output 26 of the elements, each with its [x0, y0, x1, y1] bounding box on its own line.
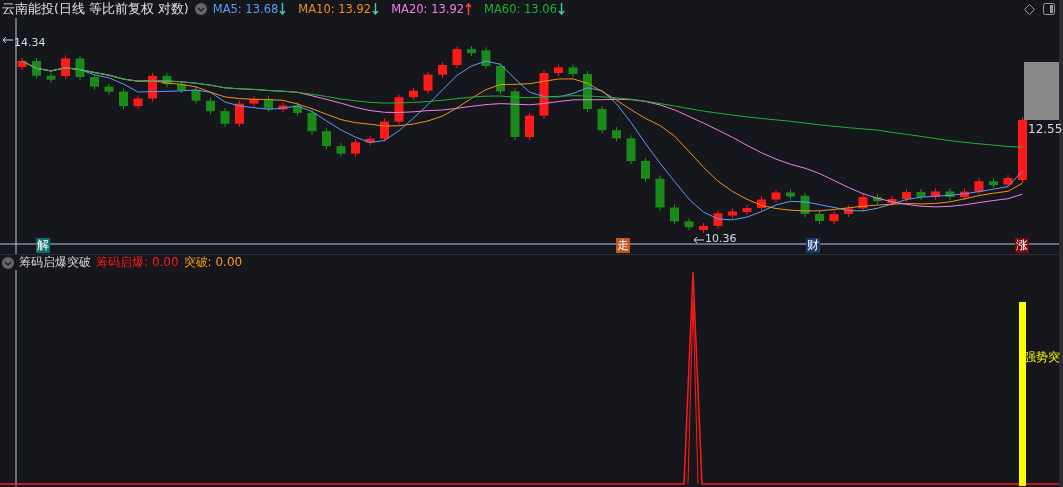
price-label: 14.34 [14, 36, 46, 49]
event-marker[interactable]: 涨 [1015, 238, 1029, 253]
price-label: 12.55 [1028, 122, 1063, 136]
moving-average-value: MA60: 13.06 [484, 2, 565, 16]
left-arrow-icon [693, 236, 704, 244]
chevron-down-icon[interactable] [194, 3, 207, 15]
down-arrow-icon [279, 3, 287, 15]
indicator-title: 筹码启爆突破 [19, 254, 91, 271]
chevron-down-icon[interactable] [2, 256, 14, 269]
moving-average-value: MA5: 13.68 [212, 2, 287, 16]
event-marker[interactable]: 财 [806, 238, 820, 253]
price-label: 10.36 [705, 232, 737, 245]
left-arrow-icon [2, 36, 13, 44]
price-range-box [1024, 62, 1059, 120]
down-arrow-icon [372, 3, 380, 15]
down-arrow-icon [557, 3, 565, 15]
moving-average-value: MA10: 13.92 [298, 2, 380, 16]
moving-average-value: MA20: 13.92 [391, 2, 473, 16]
event-marker[interactable]: 走 [616, 238, 630, 253]
diamond-icon[interactable] [1024, 3, 1035, 15]
indicator-value: 突破: 0.00 [183, 254, 243, 271]
up-arrow-icon [465, 3, 473, 15]
indicator-value: 筹码启爆: 0.00 [96, 254, 179, 271]
panel-toggle-icon[interactable] [1043, 3, 1055, 15]
chart-title: 云南能投(日线 等比前复权 对数) [2, 0, 189, 18]
event-marker[interactable]: 解 [36, 238, 50, 253]
